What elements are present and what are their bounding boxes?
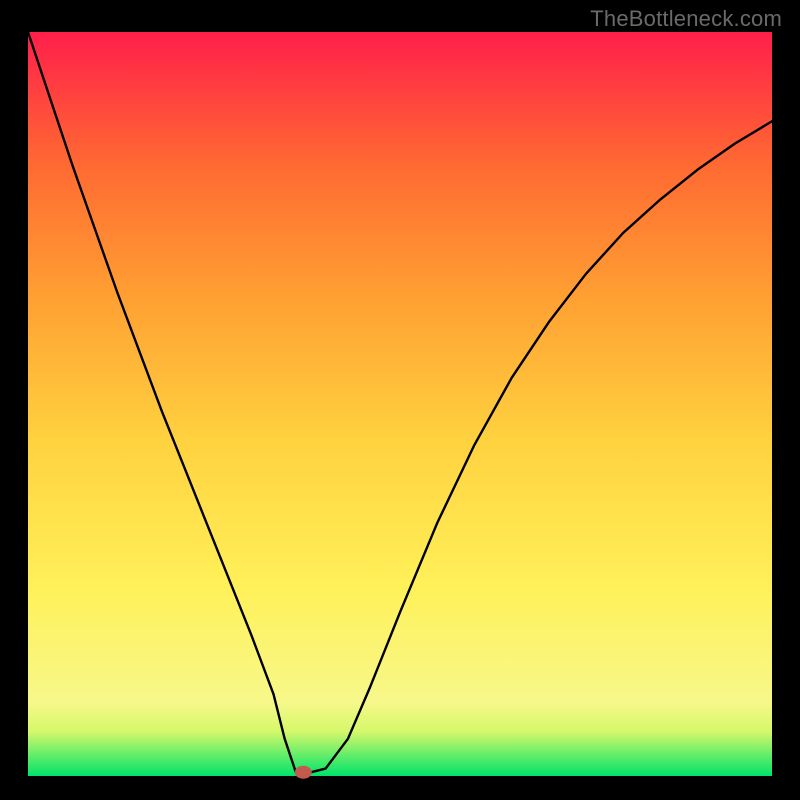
watermark-label: TheBottleneck.com — [590, 6, 782, 32]
chart-frame: TheBottleneck.com — [0, 0, 800, 800]
optimal-point-marker — [295, 766, 311, 778]
bottleneck-plot — [0, 0, 800, 800]
plot-background — [28, 32, 772, 776]
